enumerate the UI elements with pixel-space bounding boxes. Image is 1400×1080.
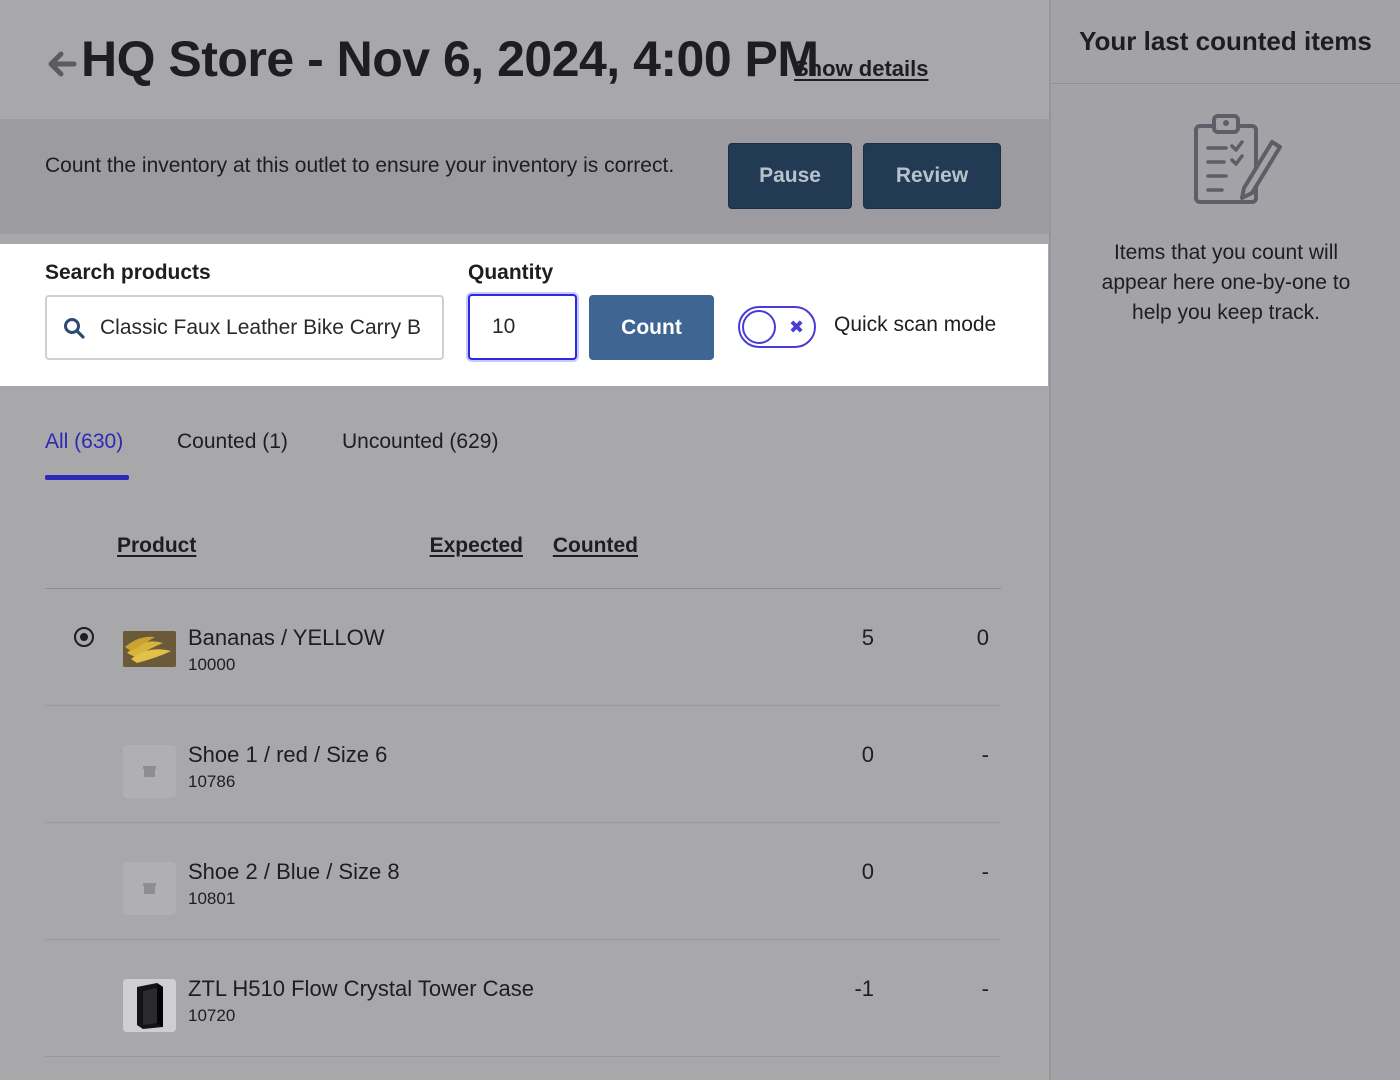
product-name: Shoe 2 / Blue / Size 8: [188, 859, 400, 884]
bananas-thumbnail: [123, 631, 176, 667]
tab-counted[interactable]: Counted (1): [177, 430, 288, 454]
tower-case-photo-icon: [123, 979, 176, 1032]
page-title: HQ Store - Nov 6, 2024, 4:00 PM: [81, 31, 819, 87]
last-counted-sidebar: Your last counted items Items that you c…: [1049, 0, 1400, 1080]
expected-value: -1: [854, 976, 874, 1001]
toggle-knob: [742, 310, 776, 344]
table-row[interactable]: Shoe 2 / Blue / Size 8 10801 0 -: [45, 823, 1001, 940]
placeholder-icon: [143, 766, 156, 777]
quick-scan-toggle[interactable]: ✖: [738, 306, 816, 348]
product-thumbnail: [123, 979, 176, 1032]
product-thumbnail: [123, 862, 176, 915]
table-row[interactable]: Shoe 1 / red / Size 6 10786 0 -: [45, 706, 1001, 823]
search-input[interactable]: [100, 310, 422, 346]
product-sku: 10786: [188, 772, 236, 791]
count-button[interactable]: Count: [589, 295, 714, 360]
bananas-photo-icon: [123, 631, 176, 667]
product-sku: 10000: [188, 655, 236, 674]
clipboard-checklist-icon: [1194, 114, 1282, 204]
column-header-product[interactable]: Product: [117, 534, 196, 558]
product-name: Shoe 1 / red / Size 6: [188, 742, 388, 767]
column-header-counted[interactable]: Counted: [553, 534, 638, 558]
expected-value: 0: [861, 742, 874, 767]
product-name: ZTL H510 Flow Crystal Tower Case: [188, 976, 534, 1001]
sidebar-header: Your last counted items: [1051, 0, 1400, 84]
counted-value: -: [981, 859, 989, 884]
expected-value: 5: [861, 625, 874, 650]
sidebar-title: Your last counted items: [1079, 26, 1372, 56]
counted-value: -: [981, 742, 989, 767]
product-sku: 10720: [188, 1006, 236, 1025]
selected-row-radio[interactable]: [74, 627, 94, 647]
search-products-label: Search products: [45, 261, 211, 284]
table-row[interactable]: Bananas / YELLOW 10000 5 0: [45, 589, 1001, 706]
main-content: HQ Store - Nov 6, 2024, 4:00 PM Show det…: [0, 0, 1049, 1080]
active-tab-indicator: [45, 475, 129, 480]
tab-uncounted[interactable]: Uncounted (629): [342, 430, 498, 454]
page-header: HQ Store - Nov 6, 2024, 4:00 PM Show det…: [0, 0, 1049, 119]
column-header-expected[interactable]: Expected: [430, 534, 523, 558]
expected-value: 0: [861, 859, 874, 884]
tab-all[interactable]: All (630): [45, 430, 123, 454]
product-thumbnail: [123, 745, 176, 798]
counted-value: -: [981, 976, 989, 1001]
sidebar-empty-message: Items that you count will appear here on…: [1101, 241, 1351, 324]
counted-value: 0: [976, 625, 989, 650]
close-icon: ✖: [789, 317, 805, 337]
product-sku: 10801: [188, 889, 236, 908]
review-button[interactable]: Review: [863, 143, 1001, 209]
table-row[interactable]: ZTL H510 Flow Crystal Tower Case 10720 -…: [45, 940, 1001, 1057]
back-arrow-icon[interactable]: [44, 46, 80, 82]
pause-button[interactable]: Pause: [728, 143, 852, 209]
quick-scan-label: Quick scan mode: [834, 313, 997, 336]
info-text: Count the inventory at this outlet to en…: [45, 154, 675, 177]
quantity-input[interactable]: [468, 294, 577, 360]
quantity-label: Quantity: [468, 261, 554, 284]
placeholder-icon: [143, 883, 156, 894]
search-icon: [64, 318, 85, 339]
show-details-link[interactable]: Show details: [794, 56, 928, 82]
product-name: Bananas / YELLOW: [188, 625, 385, 650]
